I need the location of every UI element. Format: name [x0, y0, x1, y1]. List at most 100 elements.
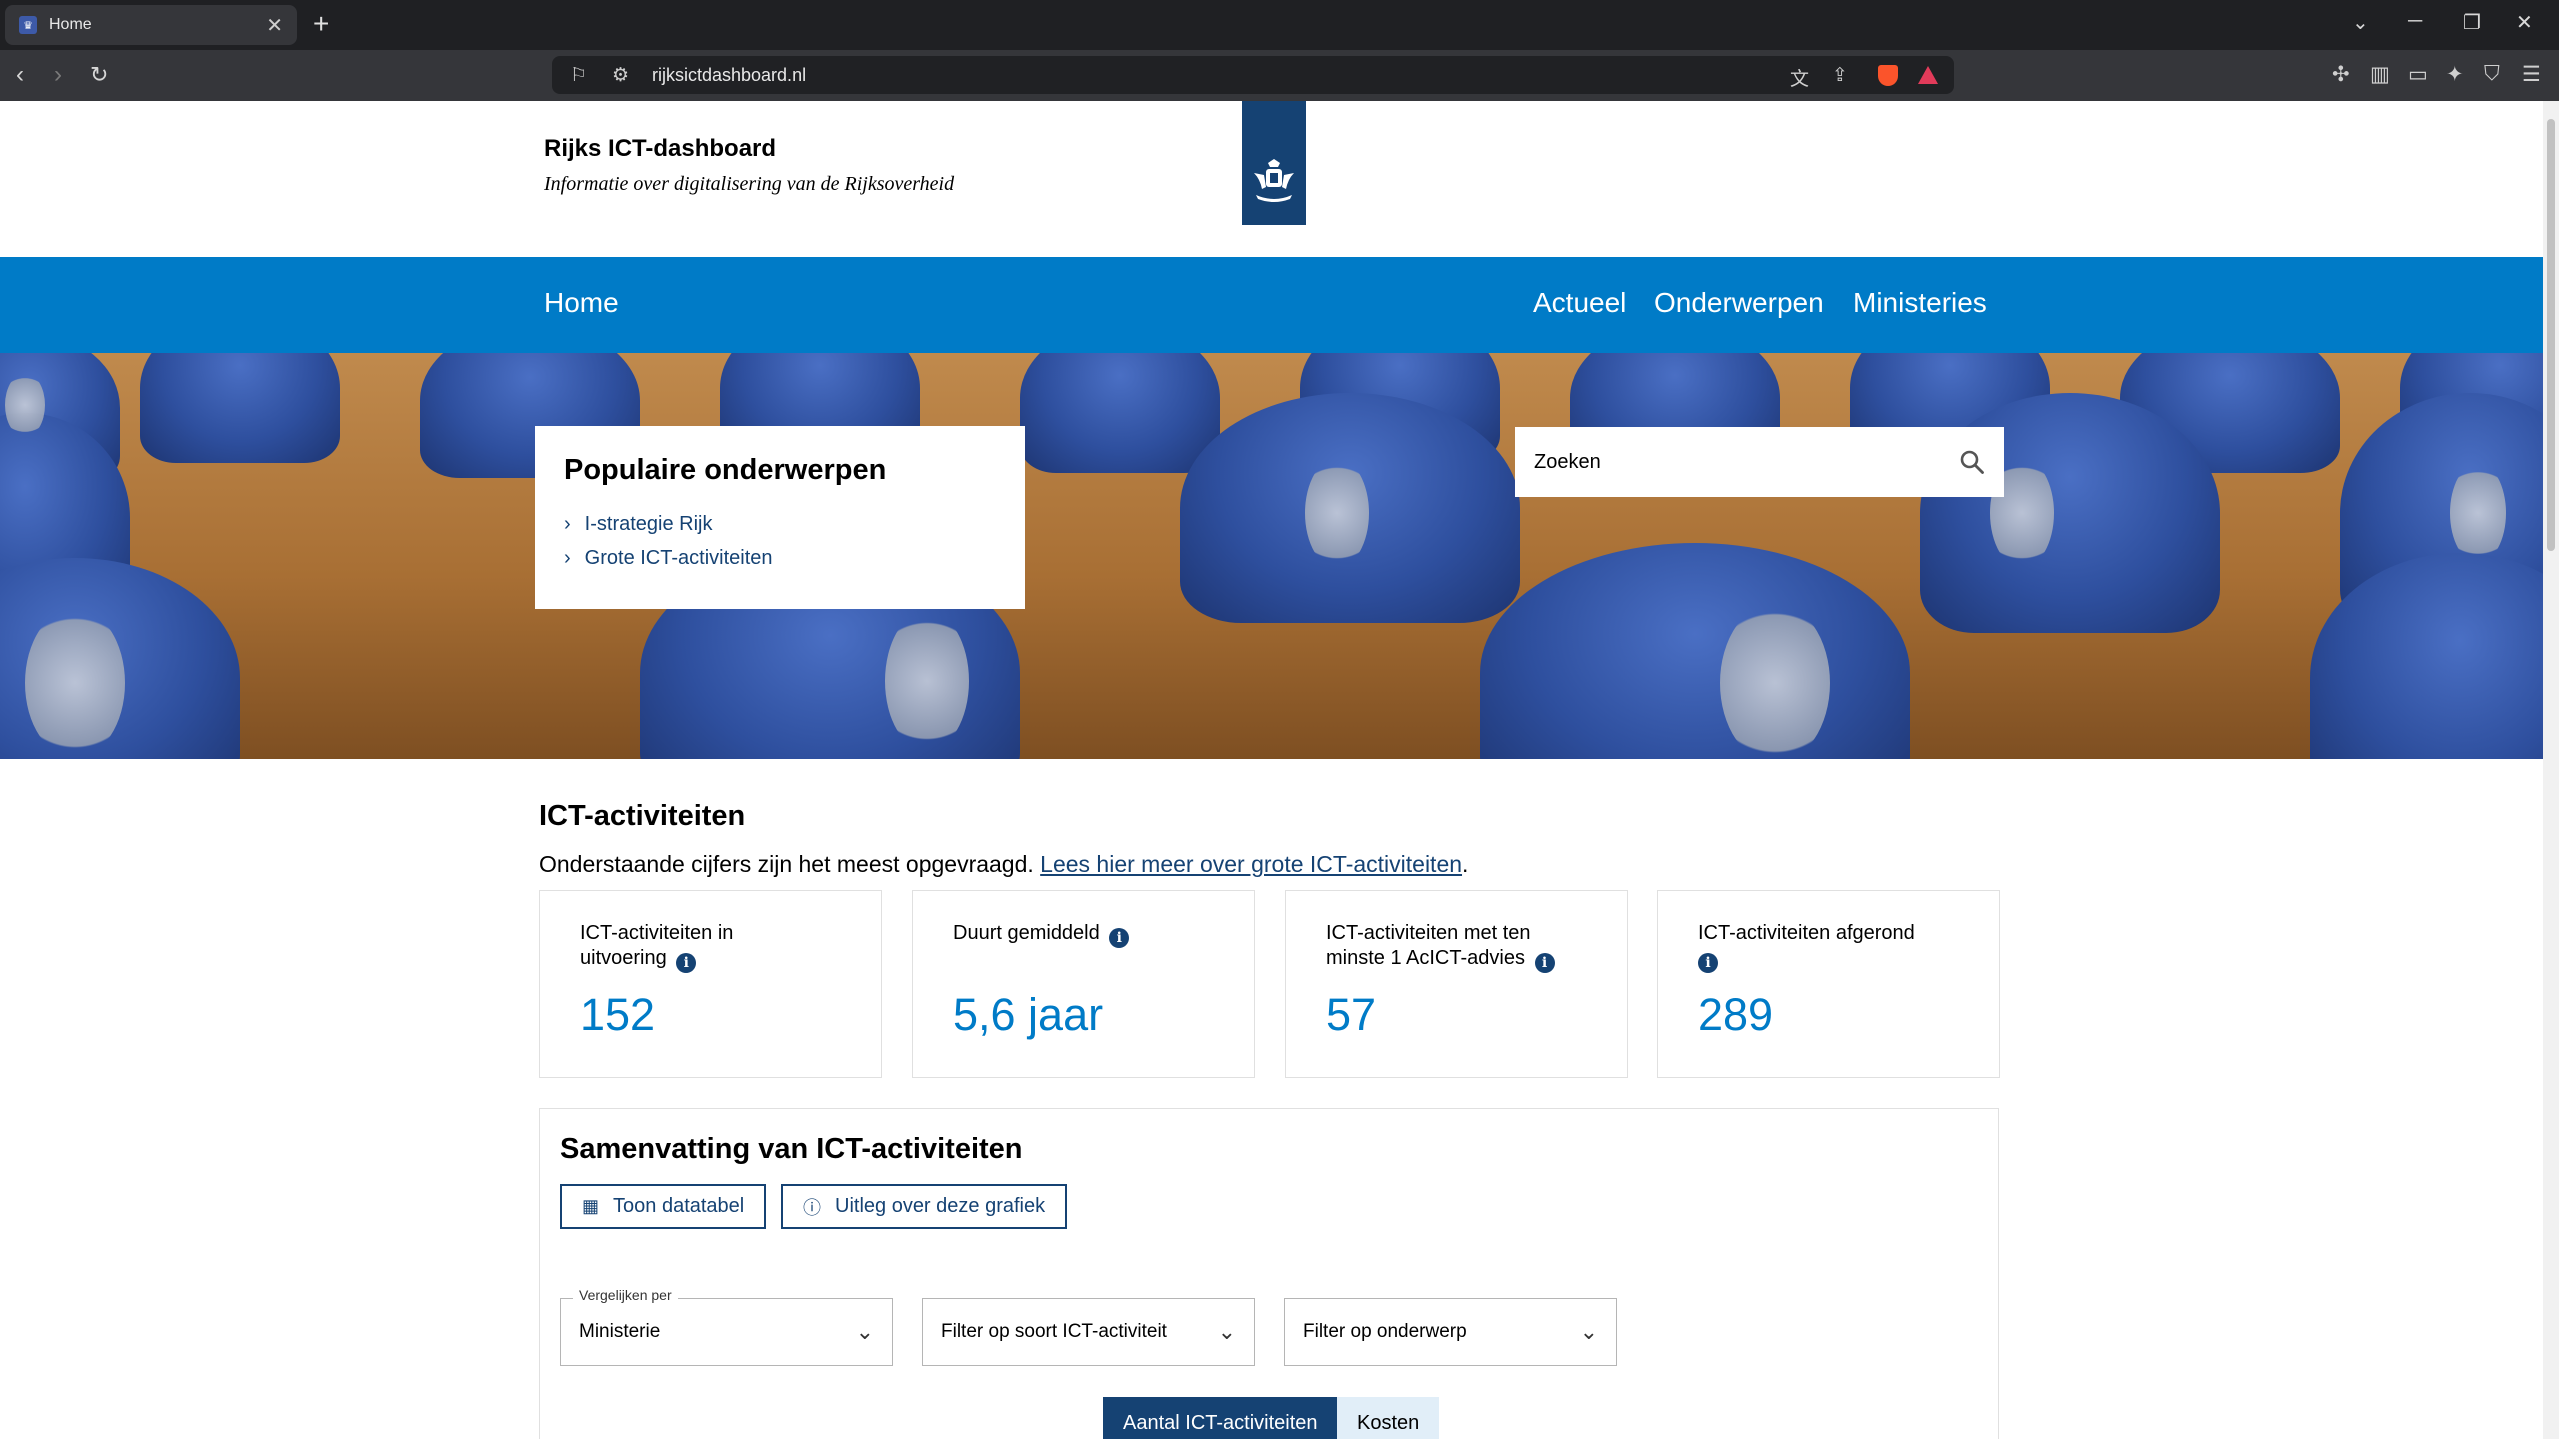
stat-label: ICT-activiteiten afgerond i — [1698, 921, 1959, 973]
share-icon[interactable]: ⇪ — [1832, 64, 1848, 87]
translate-icon[interactable]: 文 — [1790, 64, 1809, 91]
intro-text: Onderstaande cijfers zijn het meest opge… — [539, 851, 1034, 877]
brave-rewards-icon[interactable] — [1918, 66, 1938, 84]
compare-per-value: Ministerie — [579, 1321, 661, 1342]
stat-value: 289 — [1698, 989, 1774, 1040]
nav-actueel[interactable]: Actueel — [1533, 287, 1626, 319]
stat-label-line1: ICT-activiteiten in — [580, 922, 734, 944]
extensions-icon[interactable]: ✣ — [2332, 62, 2350, 87]
site-favicon-icon: ♛ — [19, 16, 37, 34]
stat-value: 57 — [1326, 989, 1377, 1040]
summary-title: Samenvatting van ICT-activiteiten — [560, 1133, 1023, 1165]
stat-card-acict-advies: ICT-activiteiten met ten minste 1 AcICT-… — [1285, 890, 1628, 1078]
stat-value: 152 — [580, 989, 656, 1040]
stat-value: 5,6 jaar — [953, 989, 1104, 1040]
popular-topics-heading: Populaire onderwerpen — [564, 454, 887, 486]
minimize-icon[interactable]: ─ — [2408, 10, 2422, 33]
menu-icon[interactable]: ☰ — [2522, 62, 2541, 87]
ict-activities-title: ICT-activiteiten — [539, 800, 746, 832]
filter-activity-type-select[interactable]: Filter op soort ICT-activiteit ⌄ — [922, 1298, 1255, 1366]
coat-of-arms-icon — [1254, 159, 1294, 202]
chevron-down-icon: ⌄ — [1579, 1319, 1598, 1344]
tab-search-chevron-icon[interactable]: ⌄ — [2352, 10, 2369, 35]
wallet-icon[interactable]: ▭ — [2408, 62, 2428, 87]
vpn-icon[interactable]: ⛉ — [2484, 62, 2500, 86]
nav-home[interactable]: Home — [544, 287, 619, 319]
restore-icon[interactable]: ❐ — [2463, 10, 2481, 35]
stat-card-afgerond: ICT-activiteiten afgerond i 289 — [1657, 890, 2000, 1078]
leo-ai-icon[interactable]: ✦ — [2446, 62, 2464, 87]
filter-activity-type-value: Filter op soort ICT-activiteit — [941, 1321, 1167, 1342]
summary-card: Samenvatting van ICT-activiteiten ▦ Toon… — [539, 1108, 1999, 1439]
compare-per-select[interactable]: Vergelijken per Ministerie ⌄ — [560, 1287, 893, 1366]
page-viewport: Rijks ICT-dashboard Informatie over digi… — [0, 101, 2543, 1439]
nav-onderwerpen[interactable]: Onderwerpen — [1654, 287, 1824, 319]
site-settings-icon[interactable]: ⚙ — [612, 64, 629, 87]
close-tab-icon[interactable]: ✕ — [266, 13, 283, 38]
site-title[interactable]: Rijks ICT-dashboard — [544, 135, 776, 163]
sidebar-icon[interactable]: ▥ — [2370, 62, 2390, 87]
show-datatable-label: Toon datatabel — [613, 1195, 745, 1217]
reload-icon[interactable]: ↻ — [90, 62, 108, 88]
ict-activities-intro: Onderstaande cijfers zijn het meest opge… — [539, 851, 1468, 878]
hero-image: Populaire onderwerpen › I-strategie Rijk… — [0, 353, 2543, 759]
chart-explanation-button[interactable]: ⓘ Uitleg over deze grafiek — [781, 1184, 1068, 1229]
show-datatable-button[interactable]: ▦ Toon datatabel — [560, 1184, 767, 1229]
popular-topics-box: Populaire onderwerpen › I-strategie Rijk… — [535, 426, 1025, 609]
compare-per-label: Vergelijken per — [573, 1287, 678, 1303]
chevron-down-icon: ⌄ — [855, 1319, 874, 1344]
stat-label-line1: Duurt gemiddeld — [953, 922, 1100, 944]
table-icon: ▦ — [582, 1196, 600, 1216]
close-window-icon[interactable]: ✕ — [2516, 10, 2533, 35]
toggle-count-button[interactable]: Aantal ICT-activiteiten — [1103, 1397, 1338, 1439]
page-scrollbar[interactable] — [2543, 101, 2559, 1439]
stat-label: ICT-activiteiten in uitvoering i — [580, 921, 841, 973]
browser-tab-home[interactable]: ♛ Home ✕ — [5, 5, 297, 45]
stat-card-duurt-gemiddeld: Duurt gemiddeld i 5,6 jaar — [912, 890, 1255, 1078]
info-icon[interactable]: i — [1109, 928, 1130, 948]
intro-link[interactable]: Lees hier meer over grote ICT-activiteit… — [1040, 851, 1462, 877]
stat-label: ICT-activiteiten met ten minste 1 AcICT-… — [1326, 921, 1587, 973]
new-tab-icon[interactable]: + — [313, 9, 329, 39]
chevron-down-icon: ⌄ — [1217, 1319, 1236, 1344]
info-circle-icon: ⓘ — [803, 1197, 821, 1218]
popular-link-istrategie[interactable]: › I-strategie Rijk — [564, 513, 996, 536]
popular-link-grote-ict[interactable]: › Grote ICT-activiteiten — [564, 547, 996, 570]
info-icon[interactable]: i — [676, 953, 697, 973]
chart-explanation-label: Uitleg over deze grafiek — [835, 1195, 1046, 1217]
browser-tabbar: ♛ Home ✕ + ⌄ ─ ❐ ✕ — [0, 0, 2559, 50]
stat-label-line2: uitvoering — [580, 947, 667, 969]
popular-link-label: I-strategie Rijk — [584, 513, 713, 535]
chevron-right-icon: › — [564, 513, 571, 535]
address-bar[interactable]: ⚐ ⚙ rijksictdashboard.nl 文 ⇪ — [552, 56, 1954, 94]
nav-ministeries[interactable]: Ministeries — [1853, 287, 1987, 319]
site-subtitle: Informatie over digitalisering van de Ri… — [544, 173, 955, 195]
stat-label: Duurt gemiddeld i — [953, 921, 1214, 948]
toggle-cost-button[interactable]: Kosten — [1337, 1397, 1440, 1439]
info-icon[interactable]: i — [1698, 953, 1718, 973]
brave-shields-icon[interactable] — [1878, 65, 1898, 86]
popular-link-label: Grote ICT-activiteiten — [584, 547, 773, 569]
site-header: Rijks ICT-dashboard Informatie over digi… — [0, 101, 2543, 257]
back-icon[interactable]: ‹ — [16, 62, 24, 88]
stat-label-line1: ICT-activiteiten afgerond — [1698, 922, 1915, 944]
bookmark-icon[interactable]: ⚐ — [570, 64, 587, 87]
search-box — [1515, 427, 2004, 497]
info-icon[interactable]: i — [1534, 953, 1555, 973]
intro-end: . — [1462, 851, 1469, 877]
url-text: rijksictdashboard.nl — [652, 65, 807, 85]
forward-icon[interactable]: › — [54, 62, 62, 88]
browser-toolbar: ‹ › ↻ ⚐ ⚙ rijksictdashboard.nl 文 ⇪ ✣ ▥ ▭… — [0, 50, 2559, 101]
chevron-right-icon: › — [564, 547, 571, 569]
scrollbar-thumb[interactable] — [2547, 119, 2555, 551]
search-input[interactable] — [1534, 450, 1959, 474]
filter-topic-value: Filter op onderwerp — [1303, 1321, 1467, 1342]
stat-label-line1: ICT-activiteiten met ten — [1326, 922, 1531, 944]
search-icon[interactable] — [1959, 449, 1985, 475]
stat-card-in-uitvoering: ICT-activiteiten in uitvoering i 152 — [539, 890, 882, 1078]
filter-topic-select[interactable]: Filter op onderwerp ⌄ — [1284, 1298, 1617, 1366]
stat-label-line2: minste 1 AcICT-advies — [1326, 947, 1525, 969]
tab-title: Home — [49, 16, 92, 33]
rijksoverheid-logo[interactable] — [1242, 101, 1306, 225]
main-navigation: Home Actueel Onderwerpen Ministeries — [0, 257, 2543, 353]
